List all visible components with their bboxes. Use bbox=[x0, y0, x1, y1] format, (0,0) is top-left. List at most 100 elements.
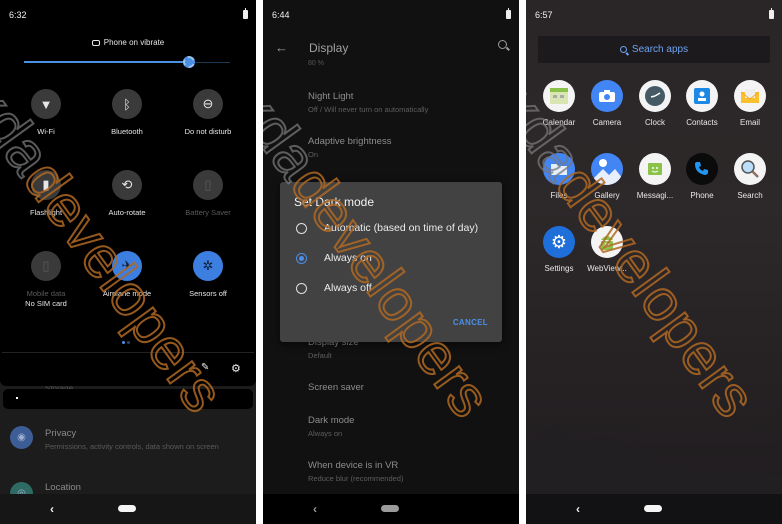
app-phone[interactable]: Phone bbox=[678, 153, 726, 200]
brightness-thumb[interactable] bbox=[182, 56, 195, 68]
battery-icon bbox=[769, 8, 774, 19]
search-placeholder: Search apps bbox=[631, 44, 689, 55]
app-webview[interactable]: WebView... bbox=[583, 226, 631, 273]
gallery-icon bbox=[591, 153, 623, 185]
app-label: Camera bbox=[592, 118, 622, 127]
search-app-icon bbox=[734, 153, 766, 185]
home-pill[interactable] bbox=[381, 505, 399, 512]
pref-subtitle: Off / Will never turn on automatically bbox=[308, 105, 429, 114]
home-pill[interactable] bbox=[644, 505, 662, 512]
app-drawer-screen: 6:57 Search apps Calendar Camera Clock C… bbox=[526, 0, 782, 524]
pref-subtitle: Reduce blur (recommended) bbox=[308, 474, 404, 483]
radio-button[interactable] bbox=[296, 223, 307, 234]
app-search[interactable]: Search bbox=[726, 153, 774, 200]
navigation-bar: ‹ bbox=[526, 494, 782, 524]
tile-label: Wi-Fi bbox=[37, 127, 55, 136]
search-icon[interactable] bbox=[498, 40, 507, 49]
app-contacts[interactable]: Contacts bbox=[678, 80, 726, 127]
email-icon bbox=[734, 80, 766, 112]
cancel-button[interactable]: CANCEL bbox=[453, 318, 488, 327]
tile-battery-saver[interactable]: ▯ Battery Saver bbox=[165, 170, 251, 218]
wifi-icon: ▼ bbox=[31, 89, 61, 119]
app-gallery[interactable]: Gallery bbox=[583, 153, 631, 200]
brightness-slider[interactable] bbox=[24, 56, 230, 68]
search-icon bbox=[619, 46, 627, 53]
app-email[interactable]: Email bbox=[726, 80, 774, 127]
sensors-off-icon: ✲ bbox=[193, 251, 223, 281]
brightness-fill bbox=[24, 61, 189, 63]
tile-mobile-data[interactable]: ▯ Mobile data No SIM card bbox=[3, 251, 89, 309]
tile-auto-rotate[interactable]: ⟲ Auto-rotate bbox=[84, 170, 170, 218]
ringer-status[interactable]: Phone on vibrate bbox=[0, 38, 256, 47]
app-label: Contacts bbox=[686, 118, 718, 127]
search-apps-bar[interactable]: Search apps bbox=[538, 36, 770, 63]
back-button[interactable]: ‹ bbox=[313, 502, 317, 516]
back-button[interactable]: ‹ bbox=[50, 502, 54, 516]
ringer-label: Phone on vibrate bbox=[103, 38, 165, 47]
vibrate-icon bbox=[91, 40, 100, 46]
mobile-data-icon: ▯ bbox=[31, 251, 61, 281]
settings-item-subtitle: Permissions, activity controls, data sho… bbox=[45, 442, 219, 451]
pref-subtitle: On bbox=[308, 150, 319, 159]
notification-shade: 6:32 Phone on vibrate ▼ Wi-Fi ᛒ Bluetoot… bbox=[0, 0, 256, 386]
tile-label: Battery Saver bbox=[185, 208, 231, 217]
do-not-disturb-icon: ⊖ bbox=[193, 89, 223, 119]
privacy-icon: ◉ bbox=[10, 426, 33, 449]
tile-bluetooth[interactable]: ᛒ Bluetooth bbox=[84, 89, 170, 137]
app-settings[interactable]: ⚙ Settings bbox=[535, 226, 583, 273]
option-label: Always on bbox=[324, 252, 372, 264]
app-label: WebView... bbox=[587, 264, 627, 273]
gear-icon[interactable]: ⚙ bbox=[231, 362, 241, 375]
wallpaper-mountains bbox=[526, 425, 782, 495]
pref-dark-mode[interactable]: Dark mode Always on bbox=[308, 415, 508, 438]
app-label: Messagi... bbox=[636, 191, 674, 200]
webview-icon bbox=[591, 226, 623, 258]
tile-wifi[interactable]: ▼ Wi-Fi bbox=[3, 89, 89, 137]
page-title: Display bbox=[309, 41, 349, 55]
app-camera[interactable]: Camera bbox=[583, 80, 631, 127]
pref-adaptive-brightness[interactable]: Adaptive brightness On bbox=[308, 136, 508, 159]
page-dot-active bbox=[122, 341, 125, 344]
radio-button[interactable] bbox=[296, 283, 307, 294]
tile-sensors-off[interactable]: ✲ Sensors off bbox=[165, 251, 251, 299]
settings-item-title: Location bbox=[45, 482, 81, 493]
quick-settings-screen: ◉ Privacy Permissions, activity controls… bbox=[0, 0, 256, 524]
bluetooth-icon: ᛒ bbox=[112, 89, 142, 119]
app-messaging[interactable]: Messagi... bbox=[631, 153, 679, 200]
clock: 6:32 bbox=[9, 10, 27, 20]
app-label: Clock bbox=[644, 118, 665, 127]
back-button[interactable]: ‹ bbox=[576, 502, 580, 516]
tile-do-not-disturb[interactable]: ⊖ Do not disturb bbox=[165, 89, 251, 137]
home-pill[interactable] bbox=[118, 505, 136, 512]
notification-dot bbox=[16, 397, 18, 399]
battery-icon bbox=[506, 8, 511, 19]
app-files[interactable]: Files bbox=[535, 153, 583, 200]
clock-icon bbox=[639, 80, 671, 112]
app-label: Search bbox=[737, 191, 763, 200]
tile-label: Bluetooth bbox=[111, 127, 143, 136]
back-arrow-icon[interactable]: ← bbox=[275, 40, 288, 55]
app-label: Files bbox=[550, 191, 568, 200]
pref-subtitle: Default bbox=[308, 351, 332, 360]
tile-sublabel: No SIM card bbox=[25, 299, 67, 308]
navigation-bar: ‹ bbox=[263, 494, 519, 524]
page-dot bbox=[127, 341, 130, 344]
pref-screen-saver[interactable]: Screen saver bbox=[308, 382, 508, 393]
pref-vr[interactable]: When device is in VR Reduce blur (recomm… bbox=[308, 460, 508, 483]
brightness-level-peek: 80 % bbox=[308, 60, 324, 67]
app-calendar[interactable]: Calendar bbox=[535, 80, 583, 127]
pref-night-light[interactable]: Night Light Off / Will never turn on aut… bbox=[308, 91, 508, 114]
option-label: Automatic (based on time of day) bbox=[324, 222, 479, 234]
page-indicator bbox=[122, 331, 132, 349]
status-bar: 6:32 bbox=[0, 0, 256, 30]
camera-icon bbox=[591, 80, 623, 112]
tile-airplane-mode[interactable]: ✈ Airplane mode bbox=[84, 251, 170, 299]
app-label: Settings bbox=[544, 264, 574, 273]
notification-card[interactable] bbox=[3, 389, 253, 409]
app-clock[interactable]: Clock bbox=[631, 80, 679, 127]
messaging-icon bbox=[639, 153, 671, 185]
pref-title: Adaptive brightness bbox=[308, 136, 392, 147]
tile-flashlight[interactable]: ▮ Flashlight bbox=[3, 170, 89, 218]
radio-button-selected[interactable] bbox=[296, 253, 307, 264]
edit-icon[interactable]: ✎ bbox=[201, 362, 209, 373]
